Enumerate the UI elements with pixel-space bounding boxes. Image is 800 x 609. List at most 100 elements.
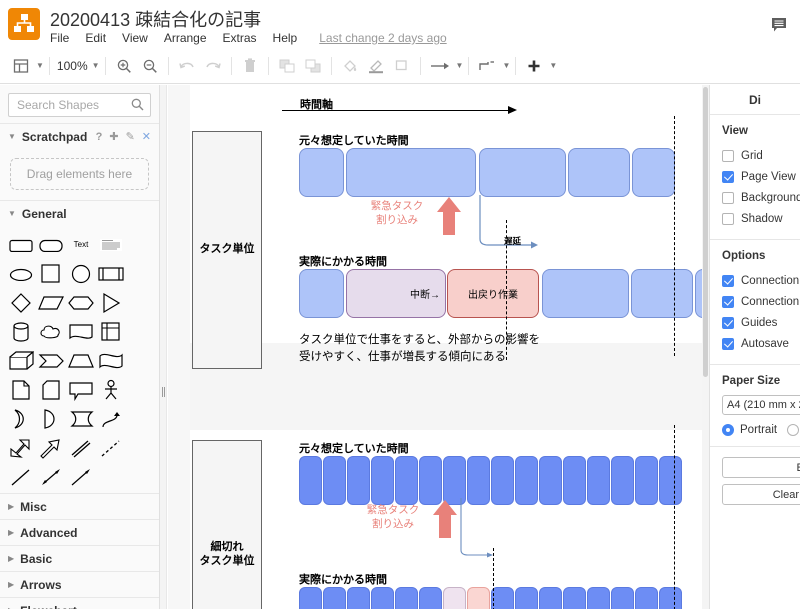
sidebar-section-arrows[interactable]: ▶ Arrows	[0, 571, 159, 597]
actual-block[interactable]	[542, 269, 629, 318]
data-storage-shape[interactable]	[66, 404, 96, 433]
planned-block-small[interactable]	[587, 456, 610, 505]
edit-button[interactable]: Ed	[722, 457, 800, 478]
clear-default-style-button[interactable]: Clear D	[722, 484, 800, 505]
actual-block-small[interactable]	[563, 587, 586, 609]
sidebar-section-basic[interactable]: ▶ Basic	[0, 545, 159, 571]
line-color-icon[interactable]	[363, 53, 389, 79]
zoom-in-icon[interactable]	[111, 53, 137, 79]
actual-block-small[interactable]	[611, 587, 634, 609]
bring-to-front-icon[interactable]	[274, 53, 300, 79]
actual-block-small[interactable]	[419, 587, 442, 609]
bidirectional-connector-shape[interactable]	[36, 462, 66, 491]
connection-arrow-icon[interactable]	[426, 53, 454, 79]
view-layers-icon[interactable]	[8, 53, 34, 79]
cloud-shape[interactable]	[36, 317, 66, 346]
menu-file[interactable]: File	[50, 31, 77, 45]
planned-block-small[interactable]	[515, 456, 538, 505]
fill-color-icon[interactable]	[337, 53, 363, 79]
redo-icon[interactable]	[200, 53, 226, 79]
diagram-canvas[interactable]: 時間軸 タスク単位 元々想定していた時間 緊急タスク 割り込み 遅延 実際にかか…	[168, 85, 709, 609]
actual-block-small[interactable]	[635, 587, 658, 609]
portrait-radio[interactable]	[722, 424, 734, 436]
grid-checkbox[interactable]	[722, 149, 734, 162]
actor-shape[interactable]	[96, 375, 126, 404]
line-shape[interactable]	[6, 462, 36, 491]
note-shape[interactable]	[6, 375, 36, 404]
background-checkbox[interactable]	[722, 191, 734, 204]
zoom-level-label[interactable]: 100%	[55, 59, 90, 73]
step-shape[interactable]	[36, 346, 66, 375]
actual-block[interactable]: 中断→	[346, 269, 446, 318]
or-shape[interactable]	[6, 404, 36, 433]
actual-block-small[interactable]	[395, 587, 418, 609]
directional-connector-shape[interactable]	[66, 462, 96, 491]
process-shape[interactable]	[96, 259, 126, 288]
planned-block-small[interactable]	[419, 456, 442, 505]
insert-dropdown-caret-icon[interactable]: ▼	[549, 61, 557, 70]
menu-help[interactable]: Help	[273, 31, 306, 45]
rounded-rect-shape[interactable]	[6, 230, 36, 259]
hexagon-shape[interactable]	[66, 288, 96, 317]
last-change-link[interactable]: Last change 2 days ago	[319, 31, 446, 45]
close-icon[interactable]: ✕	[142, 130, 151, 143]
planned-block-small[interactable]	[539, 456, 562, 505]
planned-block-small[interactable]	[299, 456, 322, 505]
shadow-icon[interactable]	[389, 53, 415, 79]
canvas-scroll-thumb[interactable]	[703, 87, 708, 377]
add-icon[interactable]: ✚	[109, 130, 118, 143]
section-1-unit-label-box[interactable]: タスク単位	[192, 131, 262, 369]
sidebar-section-misc[interactable]: ▶ Misc	[0, 493, 159, 519]
menu-edit[interactable]: Edit	[85, 31, 114, 45]
tape-shape[interactable]	[96, 346, 126, 375]
checkbox-shadow[interactable]: Shadow	[722, 208, 800, 229]
sidebar-section-flowchart[interactable]: ▶ Flowchart	[0, 597, 159, 609]
actual-block-small[interactable]	[539, 587, 562, 609]
actual-block-small[interactable]	[659, 587, 682, 609]
card-shape[interactable]	[36, 375, 66, 404]
cube-shape[interactable]	[6, 346, 36, 375]
curve-shape[interactable]	[96, 404, 126, 433]
planned-block[interactable]	[299, 148, 344, 197]
actual-block-small[interactable]	[347, 587, 370, 609]
connection-dropdown-caret-icon[interactable]: ▼	[456, 61, 464, 70]
sidebar-section-advanced[interactable]: ▶ Advanced	[0, 519, 159, 545]
circle-shape[interactable]	[66, 259, 96, 288]
ellipse-shape[interactable]	[6, 259, 36, 288]
actual-block-small[interactable]	[491, 587, 514, 609]
actual-block-small[interactable]	[587, 587, 610, 609]
internal-storage-shape[interactable]	[96, 317, 126, 346]
section-2-unit-label-box[interactable]: 細切れ タスク単位	[192, 440, 262, 609]
connection-arrows-checkbox[interactable]	[722, 274, 734, 287]
cylinder-shape[interactable]	[6, 317, 36, 346]
planned-block-small[interactable]	[395, 456, 418, 505]
checkbox-connection-arrows[interactable]: Connection A	[722, 270, 800, 291]
dashed-line-shape[interactable]	[96, 433, 126, 462]
diamond-shape[interactable]	[6, 288, 36, 317]
square-shape[interactable]	[36, 259, 66, 288]
planned-block-small[interactable]	[347, 456, 370, 505]
arrow-shape[interactable]	[36, 433, 66, 462]
actual-block[interactable]	[299, 269, 344, 318]
bidirectional-arrow-shape[interactable]	[6, 433, 36, 462]
planned-block[interactable]	[568, 148, 630, 197]
send-to-back-icon[interactable]	[300, 53, 326, 79]
landscape-radio[interactable]	[787, 424, 800, 436]
planned-block-small[interactable]	[563, 456, 586, 505]
planned-block[interactable]	[632, 148, 675, 197]
rect-shape[interactable]	[36, 230, 66, 259]
autosave-checkbox[interactable]	[722, 337, 734, 350]
actual-block-small[interactable]	[371, 587, 394, 609]
parallelogram-shape[interactable]	[36, 288, 66, 317]
checkbox-grid[interactable]: Grid	[722, 145, 800, 166]
edit-icon[interactable]: ✎	[126, 130, 135, 143]
comment-icon[interactable]	[766, 14, 792, 36]
planned-block-small[interactable]	[659, 456, 682, 505]
waypoint-dropdown-caret-icon[interactable]: ▼	[502, 61, 510, 70]
sidebar-section-general[interactable]: ▼ General	[0, 200, 159, 226]
guides-checkbox[interactable]	[722, 316, 734, 329]
actual-block-small[interactable]	[299, 587, 322, 609]
sidebar-splitter[interactable]	[160, 85, 167, 609]
canvas-vertical-scrollbar[interactable]	[702, 85, 709, 609]
document-shape[interactable]	[66, 317, 96, 346]
